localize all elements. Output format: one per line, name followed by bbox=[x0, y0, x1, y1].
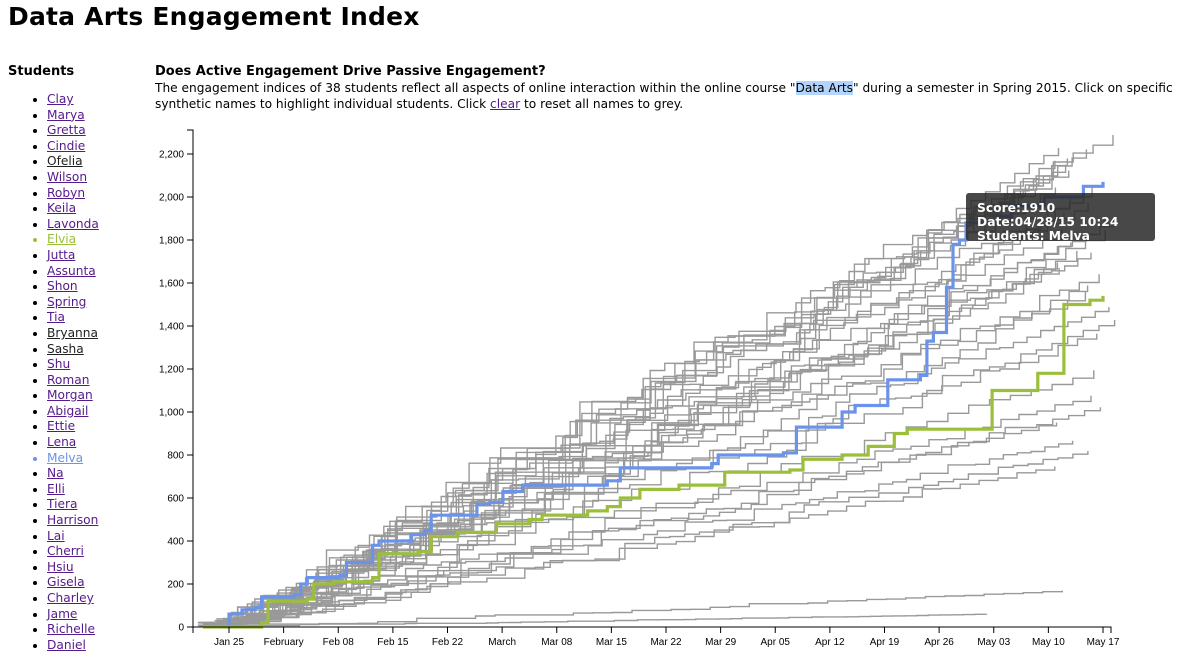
x-tick: March bbox=[488, 627, 516, 648]
x-axis: Jan 25 February Feb 08 Feb 15 Feb 22 March Mar… bbox=[192, 626, 1120, 648]
series-line-grey bbox=[211, 149, 1088, 627]
x-tick: Apr 05 bbox=[761, 627, 791, 648]
x-tick: February bbox=[264, 627, 304, 648]
y-tick-label: 1,200 bbox=[159, 365, 184, 376]
series-line-grey bbox=[226, 250, 1078, 625]
x-tick-label: Feb 22 bbox=[432, 637, 464, 648]
main-content: Does Active Engagement Drive Passive Eng… bbox=[155, 64, 1185, 112]
x-tick-label: March bbox=[488, 637, 516, 648]
y-tick-label: 0 bbox=[178, 623, 184, 634]
x-tick: May 03 bbox=[977, 627, 1011, 648]
y-tick-label: 1,800 bbox=[159, 236, 184, 247]
y-axis: 0 200 400 600 800 1,000 1,200 1,400 1,600 1,800 2,… bbox=[159, 129, 194, 634]
y-tick: 1,400 bbox=[159, 322, 193, 333]
y-axis-line bbox=[187, 129, 194, 628]
series-line-grey bbox=[221, 451, 1089, 626]
x-tick-label: Feb 15 bbox=[377, 637, 409, 648]
x-tick-label: Apr 05 bbox=[761, 637, 791, 648]
tooltip-score: Score:1910 bbox=[977, 201, 1056, 215]
description-text: The engagement indices of 38 students re… bbox=[155, 81, 796, 95]
x-tick: Mar 22 bbox=[650, 627, 682, 648]
x-tick: Mar 29 bbox=[705, 627, 737, 648]
tooltip-date: Date:04/28/15 10:24 bbox=[977, 215, 1119, 229]
y-tick: 1,600 bbox=[159, 279, 193, 290]
clear-link[interactable]: clear bbox=[490, 97, 520, 111]
y-tick: 800 bbox=[167, 451, 193, 462]
x-tick: Feb 22 bbox=[432, 627, 464, 648]
y-tick: 2,000 bbox=[159, 193, 193, 204]
x-tick-label: Mar 22 bbox=[650, 637, 682, 648]
y-tick-label: 600 bbox=[167, 494, 184, 505]
y-tick-label: 800 bbox=[167, 451, 184, 462]
y-tick: 400 bbox=[167, 537, 193, 548]
student-link-clay[interactable]: Clay bbox=[47, 92, 74, 106]
y-tick: 200 bbox=[167, 580, 193, 591]
x-tick-label: Mar 29 bbox=[705, 637, 737, 648]
description-text: to reset all names to grey. bbox=[520, 97, 684, 111]
y-tick: 1,000 bbox=[159, 408, 193, 419]
x-tick-label: Mar 15 bbox=[596, 637, 628, 648]
y-tick-label: 2,200 bbox=[159, 150, 184, 161]
series-line-grey bbox=[198, 230, 1106, 624]
x-tick-label: May 17 bbox=[1087, 637, 1120, 648]
x-tick: Jan 25 bbox=[214, 627, 244, 648]
tooltip-students: Students: Melva bbox=[977, 229, 1090, 243]
students-heading: Students bbox=[8, 64, 75, 79]
x-tick: Feb 08 bbox=[323, 627, 355, 648]
page-title: Data Arts Engagement Index bbox=[8, 2, 420, 31]
x-tick: May 10 bbox=[1032, 627, 1065, 648]
y-tick-label: 2,000 bbox=[159, 193, 184, 204]
series-line-grey bbox=[218, 613, 988, 625]
y-tick: 600 bbox=[167, 494, 193, 505]
y-tick-label: 1,000 bbox=[159, 408, 184, 419]
y-tick: 1,800 bbox=[159, 236, 193, 247]
y-tick-label: 1,400 bbox=[159, 322, 184, 333]
y-tick: 0 bbox=[178, 623, 193, 634]
x-tick-label: Feb 08 bbox=[323, 637, 355, 648]
y-tick: 2,200 bbox=[159, 150, 193, 161]
x-tick: Mar 15 bbox=[596, 627, 628, 648]
y-tick: 1,200 bbox=[159, 365, 193, 376]
score-tooltip: Score:1910 Date:04/28/15 10:24 Students:… bbox=[966, 193, 1155, 243]
x-tick: Apr 12 bbox=[815, 627, 845, 648]
x-tick-label: May 03 bbox=[977, 637, 1010, 648]
x-tick: Apr 19 bbox=[870, 627, 900, 648]
y-tick-label: 400 bbox=[167, 537, 184, 548]
x-tick-label: Jan 25 bbox=[214, 637, 244, 648]
y-tick-label: 1,600 bbox=[159, 279, 184, 290]
x-tick-label: Apr 12 bbox=[815, 637, 845, 648]
y-tick-label: 200 bbox=[167, 580, 184, 591]
chart-question-title: Does Active Engagement Drive Passive Eng… bbox=[155, 64, 546, 79]
x-tick-label: February bbox=[264, 637, 304, 648]
x-tick-label: Apr 19 bbox=[870, 637, 900, 648]
chart-description: The engagement indices of 38 students re… bbox=[155, 80, 1185, 112]
x-tick: Apr 26 bbox=[924, 627, 954, 648]
series-line-grey bbox=[211, 407, 1102, 624]
x-tick-label: Mar 08 bbox=[541, 637, 573, 648]
highlighted-course-name: Data Arts bbox=[795, 81, 853, 95]
x-tick: May 17 bbox=[1087, 627, 1120, 648]
x-tick-label: May 10 bbox=[1032, 637, 1065, 648]
student-item-clay: Clay bbox=[47, 92, 99, 108]
x-tick: Mar 08 bbox=[541, 627, 573, 648]
x-tick-label: Apr 26 bbox=[924, 637, 954, 648]
x-tick: Feb 15 bbox=[377, 627, 409, 648]
x-axis-line bbox=[192, 626, 1112, 633]
